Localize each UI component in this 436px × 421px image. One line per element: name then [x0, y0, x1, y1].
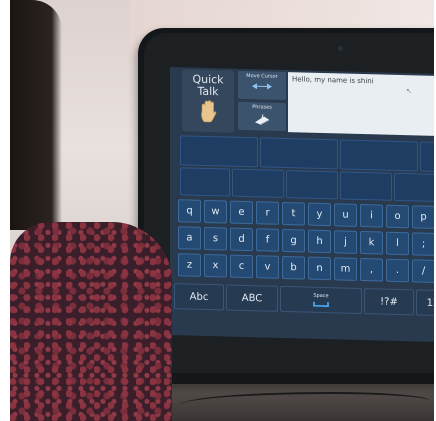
space-key[interactable]: Space: [280, 285, 362, 315]
key-n[interactable]: n: [308, 256, 331, 281]
space-key-label: Space: [313, 292, 329, 300]
person-foreground: [10, 0, 180, 421]
key-slash[interactable]: /: [412, 259, 434, 283]
key-a[interactable]: a: [178, 226, 201, 250]
photo-scene: Quick Talk Move Cursor Phrases Hello, my…: [10, 0, 434, 421]
phrases-label: Phrases: [252, 104, 272, 111]
key-h[interactable]: h: [308, 229, 331, 254]
key-d[interactable]: d: [230, 227, 253, 252]
key-k[interactable]: k: [360, 230, 383, 255]
prediction-slot-8[interactable]: [340, 171, 392, 201]
camera-icon: [338, 46, 343, 51]
word-prediction-slot-1[interactable]: [180, 135, 258, 168]
key-g[interactable]: g: [282, 228, 305, 253]
key-i[interactable]: i: [360, 203, 383, 228]
move-cursor-label: Move Cursor: [246, 72, 278, 80]
quick-talk-label-line2: Talk: [197, 84, 219, 99]
prediction-slot-5[interactable]: [180, 167, 230, 197]
prediction-slot-6[interactable]: [232, 168, 284, 198]
key-x[interactable]: x: [204, 253, 227, 278]
prediction-slot-7[interactable]: [286, 170, 338, 200]
mouse-cursor-icon: ↖: [406, 87, 412, 96]
key-t[interactable]: t: [282, 201, 305, 226]
caps-key[interactable]: ABC: [226, 284, 278, 312]
word-prediction-slot-2[interactable]: [260, 137, 338, 170]
arrows-icon: [252, 83, 272, 90]
key-j[interactable]: j: [334, 230, 357, 254]
symbols-key[interactable]: !?#: [364, 288, 414, 316]
space-bar-icon: [313, 301, 329, 307]
move-cursor-button[interactable]: Move Cursor: [238, 70, 286, 101]
numbers-key[interactable]: 12: [416, 289, 434, 317]
key-comma[interactable]: ,: [360, 257, 383, 282]
abc-key[interactable]: Abc: [174, 283, 224, 311]
phrases-button[interactable]: Phrases: [238, 101, 286, 132]
message-text-area[interactable]: Hello, my name is shini: [288, 72, 434, 137]
key-e[interactable]: e: [230, 200, 253, 225]
key-semicolon[interactable]: ;: [412, 232, 434, 256]
quick-talk-button[interactable]: Quick Talk: [182, 69, 234, 133]
key-w[interactable]: w: [204, 199, 227, 224]
key-f[interactable]: f: [256, 228, 279, 252]
message-text: Hello, my name is shini: [292, 75, 374, 86]
key-v[interactable]: v: [256, 255, 279, 279]
person-hair: [10, 0, 62, 230]
tablet-screen: Quick Talk Move Cursor Phrases Hello, my…: [170, 67, 434, 343]
key-l[interactable]: l: [386, 231, 409, 256]
key-c[interactable]: c: [230, 254, 253, 279]
key-q[interactable]: q: [178, 199, 201, 223]
key-b[interactable]: b: [282, 255, 305, 280]
phrase-book-icon: [255, 114, 269, 126]
prediction-slot-9[interactable]: [394, 172, 434, 203]
key-y[interactable]: y: [308, 202, 331, 227]
key-u[interactable]: u: [334, 203, 357, 227]
key-p[interactable]: p: [412, 205, 434, 229]
person-patterned-shirt: [10, 222, 172, 421]
key-m[interactable]: m: [334, 257, 357, 281]
key-z[interactable]: z: [178, 253, 201, 277]
hand-icon: [201, 100, 217, 123]
key-period[interactable]: .: [386, 258, 409, 283]
key-o[interactable]: o: [386, 204, 409, 229]
word-prediction-slot-4[interactable]: [420, 141, 434, 173]
word-prediction-slot-3[interactable]: [340, 139, 418, 172]
key-s[interactable]: s: [204, 226, 227, 251]
key-r[interactable]: r: [256, 201, 279, 225]
